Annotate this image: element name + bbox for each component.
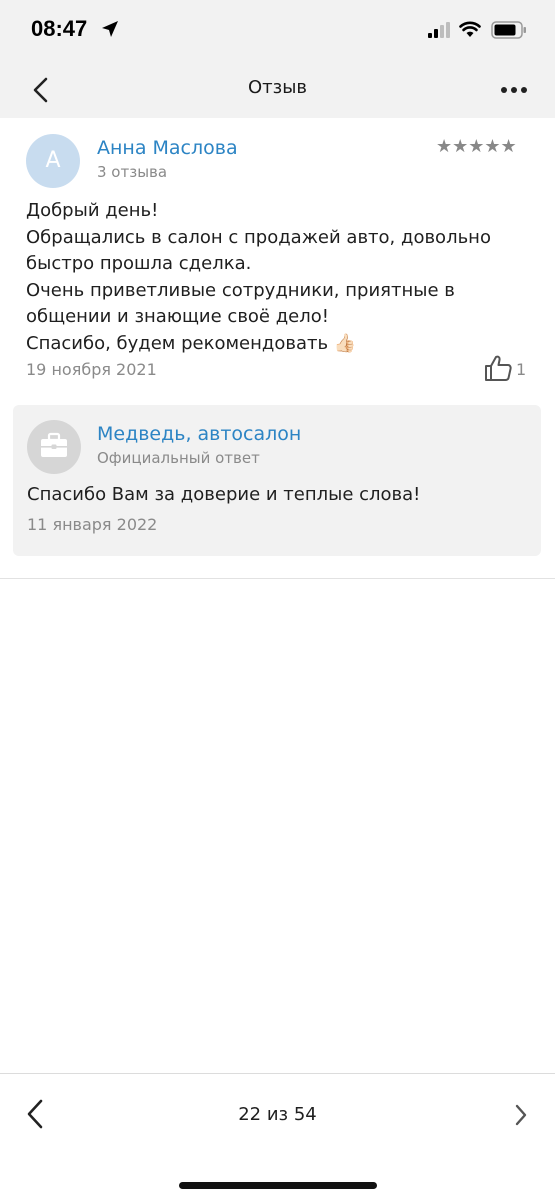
location-arrow-icon (102, 21, 118, 37)
briefcase-icon (41, 432, 67, 457)
next-chevron-icon[interactable] (508, 1100, 534, 1130)
review-card: А Анна Маслова 3 отзыва ★★★★★ Добрый ден… (0, 118, 555, 579)
author-review-count: 3 отзыва (97, 163, 168, 181)
review-text-line: Спасибо, будем рекомендовать 👍🏻 (26, 332, 357, 354)
cellular-signal-icon (428, 22, 450, 38)
business-avatar (27, 420, 81, 474)
wifi-icon (459, 21, 481, 37)
like-count: 1 (516, 360, 527, 379)
official-reply: Медведь, автосалон Официальный ответ Спа… (13, 405, 541, 556)
more-options-icon[interactable] (496, 75, 536, 105)
battery-icon (491, 21, 526, 39)
thumbs-up-icon[interactable] (484, 354, 514, 382)
nav-bar: Отзыв (0, 60, 555, 118)
reply-text: Спасибо Вам за доверие и теплые слова! (27, 484, 421, 505)
author-name[interactable]: Анна Маслова (97, 137, 238, 159)
review-text-line: быстро прошла сделка. (26, 253, 252, 274)
status-time: 08:47 (31, 16, 88, 41)
review-text-line: Обращались в салон с продажей авто, дово… (26, 226, 491, 248)
review-text-line: общении и знающие своё дело! (26, 306, 329, 327)
reply-date: 11 января 2022 (27, 515, 158, 534)
reply-author-name[interactable]: Медведь, автосалон (97, 423, 301, 445)
review-text-line: Добрый день! (26, 200, 159, 221)
home-indicator (179, 1182, 377, 1189)
review-text-line: Очень приветливые сотрудники, приятные в (26, 279, 455, 301)
page-title: Отзыв (247, 77, 308, 98)
author-avatar: А (26, 134, 80, 188)
status-bar: 08:47 (0, 0, 555, 60)
pager-label: 22 из 54 (238, 1104, 317, 1125)
bottom-pager-bar: 22 из 54 (0, 1073, 555, 1201)
rating-stars: ★★★★★ (436, 136, 517, 157)
reply-subtitle: Официальный ответ (97, 449, 260, 467)
review-text: Добрый день! Обращались в салон с продаж… (26, 198, 531, 357)
review-date: 19 ноября 2021 (26, 360, 157, 379)
